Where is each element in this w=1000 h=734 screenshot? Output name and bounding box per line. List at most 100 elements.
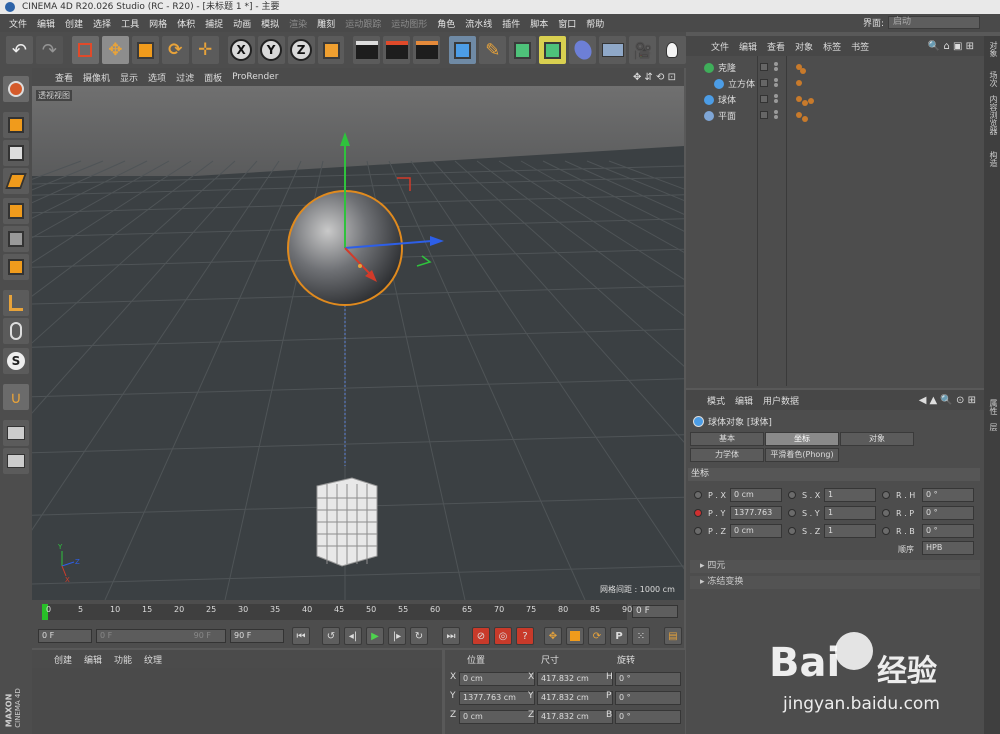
next-frame-button[interactable]: |▸ bbox=[388, 627, 406, 645]
start-frame-field[interactable]: 0 F bbox=[38, 629, 92, 643]
viewport-menu-4[interactable]: 过滤 bbox=[171, 71, 199, 84]
object-manager-tools[interactable]: 🔍 ⌂ ▣ ⊞ bbox=[928, 41, 974, 52]
object-tags[interactable] bbox=[792, 94, 814, 106]
menu-13[interactable]: 运动图形 bbox=[386, 17, 432, 30]
visibility-dots-icon[interactable] bbox=[774, 110, 780, 119]
planar-workplane-button[interactable] bbox=[3, 448, 29, 474]
move-tool-button[interactable]: ✥ bbox=[101, 36, 129, 64]
menu-18[interactable]: 窗口 bbox=[553, 17, 581, 30]
coordinate-system-button[interactable] bbox=[317, 36, 345, 64]
point-mode-button[interactable] bbox=[3, 198, 29, 224]
param-field[interactable]: 0 cm bbox=[730, 524, 782, 538]
param-field[interactable]: 0 ° bbox=[922, 488, 974, 502]
animate-radio[interactable] bbox=[882, 527, 890, 535]
range-slider[interactable]: 0 F 90 F bbox=[96, 629, 226, 643]
object-tags[interactable] bbox=[792, 110, 812, 122]
undo-button[interactable]: ↶ bbox=[6, 36, 33, 64]
param-field[interactable]: 0 ° bbox=[922, 506, 974, 520]
tag-icon[interactable] bbox=[802, 116, 808, 122]
visibility-dots-icon[interactable] bbox=[774, 94, 780, 103]
menu-5[interactable]: 网格 bbox=[144, 17, 172, 30]
animate-radio[interactable] bbox=[882, 491, 890, 499]
size-field[interactable]: 417.832 cm bbox=[537, 691, 613, 705]
object-menu-0[interactable]: 文件 bbox=[706, 40, 734, 53]
attribute-tab[interactable]: 对象 bbox=[840, 432, 914, 446]
layer-swatch[interactable] bbox=[760, 95, 768, 103]
animate-radio[interactable] bbox=[694, 527, 702, 535]
attribute-menu-0[interactable]: 模式 bbox=[702, 394, 730, 407]
render-picture-viewer-button[interactable] bbox=[383, 36, 411, 64]
cloned-cube-array[interactable] bbox=[316, 477, 378, 567]
param-field[interactable]: 1 bbox=[824, 488, 876, 502]
viewport-menu-0[interactable]: 查看 bbox=[50, 71, 78, 84]
menu-16[interactable]: 插件 bbox=[497, 17, 525, 30]
keyframe-selection-button[interactable]: ? bbox=[516, 627, 534, 645]
size-field[interactable]: 417.832 cm bbox=[537, 672, 613, 686]
side-tab-2[interactable]: 内容浏览器 bbox=[985, 92, 999, 138]
attribute-tab[interactable]: 坐标 bbox=[765, 432, 839, 446]
goto-end-button[interactable]: ⏭ bbox=[442, 627, 460, 645]
subdivision-button[interactable] bbox=[509, 36, 537, 64]
material-menu-2[interactable]: 功能 bbox=[108, 653, 138, 666]
object-tags[interactable] bbox=[792, 78, 812, 90]
attribute-tab[interactable]: 力学体 bbox=[690, 448, 764, 462]
goto-start-button[interactable]: ⏮ bbox=[292, 627, 310, 645]
make-editable-button[interactable] bbox=[3, 76, 29, 102]
array-button[interactable] bbox=[539, 36, 567, 64]
y-axis-lock-button[interactable]: Y bbox=[257, 36, 285, 64]
recent-tool-button[interactable]: ✛ bbox=[191, 36, 219, 64]
menu-12[interactable]: 运动跟踪 bbox=[340, 17, 386, 30]
viewport-menu-2[interactable]: 显示 bbox=[115, 71, 143, 84]
menu-0[interactable]: 文件 bbox=[4, 17, 32, 30]
timeline-ruler[interactable]: 0 5 10 15 20 25 30 35 40 45 50 55 60 65 70 75 80 85 90 bbox=[42, 604, 632, 620]
rotation-field[interactable]: 0 ° bbox=[615, 672, 681, 686]
pen-button[interactable]: ✎ bbox=[479, 36, 507, 64]
menu-11[interactable]: 雕刻 bbox=[312, 17, 340, 30]
object-row[interactable]: 平面 bbox=[692, 108, 982, 123]
param-field[interactable]: 1377.763 bbox=[730, 506, 782, 520]
light-button[interactable] bbox=[659, 36, 686, 64]
menu-17[interactable]: 脚本 bbox=[525, 17, 553, 30]
animate-radio[interactable] bbox=[694, 509, 702, 517]
edge-mode-button[interactable] bbox=[3, 226, 29, 252]
object-row[interactable]: 球体 bbox=[692, 92, 982, 107]
side-tab-1[interactable]: 场次 bbox=[985, 68, 999, 90]
x-axis-lock-button[interactable]: X bbox=[227, 36, 255, 64]
attribute-nav-tools[interactable]: ◀ ▲ 🔍 ⊙ ⊞ bbox=[919, 395, 976, 406]
environment-button[interactable] bbox=[599, 36, 627, 64]
snap-button[interactable]: ∪ bbox=[3, 384, 29, 410]
side-tab-0[interactable]: 对象 bbox=[985, 38, 999, 60]
camera-button[interactable]: 🎥 bbox=[629, 36, 657, 64]
deformer-button[interactable] bbox=[569, 36, 597, 64]
quaternion-fold[interactable]: ▸ 四元 bbox=[690, 560, 980, 573]
polygon-mode-button[interactable] bbox=[3, 254, 29, 280]
viewport-navigation-icons[interactable]: ✥ ⇵ ⟲ ⊡ bbox=[633, 72, 676, 83]
viewport-menu-6[interactable]: ProRender bbox=[227, 72, 283, 82]
prev-frame-button[interactable]: ◂| bbox=[344, 627, 362, 645]
menu-14[interactable]: 角色 bbox=[432, 17, 460, 30]
perspective-viewport[interactable]: Y Z X bbox=[32, 86, 684, 600]
param-field[interactable]: 0 cm bbox=[730, 488, 782, 502]
workplane-lock-button[interactable] bbox=[3, 420, 29, 446]
timeline-window-button[interactable]: ▤ bbox=[664, 627, 682, 645]
tag-icon[interactable] bbox=[800, 68, 806, 74]
side-tab-5[interactable]: 层 bbox=[985, 420, 999, 434]
tag-icon[interactable] bbox=[796, 80, 802, 86]
axis-mode-button[interactable] bbox=[3, 290, 29, 316]
solo-button[interactable]: S bbox=[3, 348, 29, 374]
texture-mode-button[interactable] bbox=[3, 140, 29, 166]
tag-icon[interactable] bbox=[808, 98, 814, 104]
prev-key-button[interactable]: ↺ bbox=[322, 627, 340, 645]
param-field[interactable]: 1 bbox=[824, 506, 876, 520]
record-keys-button[interactable]: ⊘ bbox=[472, 627, 490, 645]
attribute-menu-1[interactable]: 编辑 bbox=[730, 394, 758, 407]
menu-10[interactable]: 渲染 bbox=[284, 17, 312, 30]
attribute-tab[interactable]: 基本 bbox=[690, 432, 764, 446]
record-rotation-button[interactable]: ⟳ bbox=[588, 627, 606, 645]
redo-button[interactable]: ↷ bbox=[35, 36, 63, 64]
position-field[interactable]: 0 cm bbox=[459, 710, 535, 724]
model-mode-button[interactable] bbox=[3, 112, 29, 138]
animate-radio[interactable] bbox=[694, 491, 702, 499]
menu-9[interactable]: 模拟 bbox=[256, 17, 284, 30]
object-menu-4[interactable]: 标签 bbox=[818, 40, 846, 53]
